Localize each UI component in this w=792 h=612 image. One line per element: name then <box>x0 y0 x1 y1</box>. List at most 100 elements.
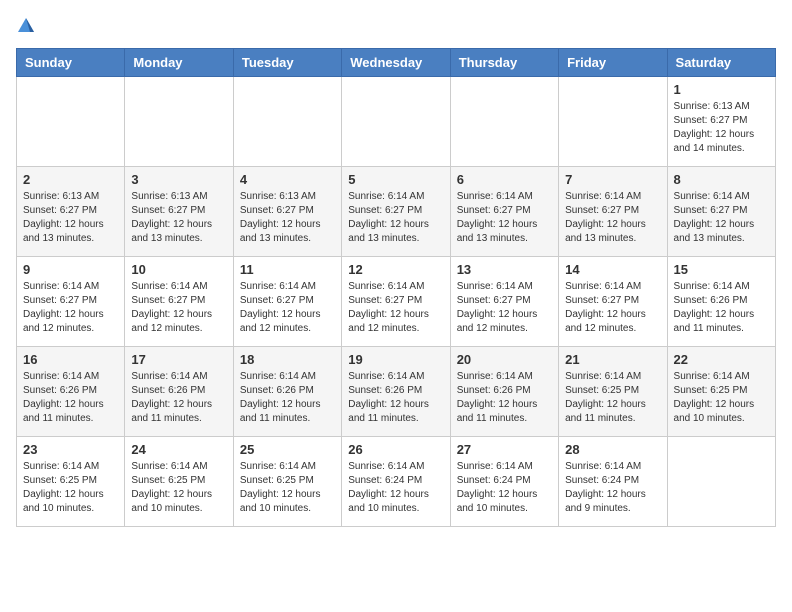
day-info: Sunrise: 6:14 AM Sunset: 6:27 PM Dayligh… <box>131 280 226 336</box>
day-info: Sunrise: 6:14 AM Sunset: 6:26 PM Dayligh… <box>348 370 443 426</box>
calendar-cell: 21 Sunrise: 6:14 AM Sunset: 6:25 PM Dayli… <box>559 347 667 437</box>
calendar-cell: 8 Sunrise: 6:14 AM Sunset: 6:27 PM Daylig… <box>667 167 775 257</box>
day-number: 24 <box>131 442 226 457</box>
day-info: Sunrise: 6:14 AM Sunset: 6:25 PM Dayligh… <box>131 460 226 516</box>
calendar-cell <box>125 77 233 167</box>
weekday-header-tuesday: Tuesday <box>233 49 341 77</box>
day-number: 14 <box>565 262 660 277</box>
calendar-cell: 5 Sunrise: 6:14 AM Sunset: 6:27 PM Daylig… <box>342 167 450 257</box>
day-number: 3 <box>131 172 226 187</box>
day-info: Sunrise: 6:13 AM Sunset: 6:27 PM Dayligh… <box>674 100 769 156</box>
day-info: Sunrise: 6:13 AM Sunset: 6:27 PM Dayligh… <box>23 190 118 246</box>
day-info: Sunrise: 6:14 AM Sunset: 6:27 PM Dayligh… <box>457 280 552 336</box>
calendar-cell: 15Sunrise: 6:14 AM Sunset: 6:26 PM Dayli… <box>667 257 775 347</box>
day-info: Sunrise: 6:14 AM Sunset: 6:27 PM Dayligh… <box>348 190 443 246</box>
day-number: 22 <box>674 352 769 367</box>
day-info: Sunrise: 6:14 AM Sunset: 6:25 PM Dayligh… <box>674 370 769 426</box>
calendar-cell: 25 Sunrise: 6:14 AM Sunset: 6:25 PM Dayli… <box>233 437 341 527</box>
calendar-cell <box>450 77 558 167</box>
day-info: Sunrise: 6:14 AM Sunset: 6:27 PM Dayligh… <box>565 280 660 336</box>
calendar-cell <box>342 77 450 167</box>
day-number: 19 <box>348 352 443 367</box>
calendar-cell: 22 Sunrise: 6:14 AM Sunset: 6:25 PM Dayli… <box>667 347 775 437</box>
day-number: 26 <box>348 442 443 457</box>
day-number: 20 <box>457 352 552 367</box>
calendar-cell: 18Sunrise: 6:14 AM Sunset: 6:26 PM Dayli… <box>233 347 341 437</box>
calendar-cell: 27Sunrise: 6:14 AM Sunset: 6:24 PM Dayli… <box>450 437 558 527</box>
day-number: 9 <box>23 262 118 277</box>
day-info: Sunrise: 6:14 AM Sunset: 6:24 PM Dayligh… <box>348 460 443 516</box>
day-info: Sunrise: 6:14 AM Sunset: 6:27 PM Dayligh… <box>565 190 660 246</box>
calendar-week-row: 9 Sunrise: 6:14 AM Sunset: 6:27 PM Daylig… <box>17 257 776 347</box>
calendar-cell: 26 Sunrise: 6:14 AM Sunset: 6:24 PM Dayli… <box>342 437 450 527</box>
calendar-cell: 12Sunrise: 6:14 AM Sunset: 6:27 PM Dayli… <box>342 257 450 347</box>
calendar-cell: 28Sunrise: 6:14 AM Sunset: 6:24 PM Dayli… <box>559 437 667 527</box>
day-info: Sunrise: 6:14 AM Sunset: 6:25 PM Dayligh… <box>565 370 660 426</box>
day-number: 5 <box>348 172 443 187</box>
calendar-week-row: 2 Sunrise: 6:13 AM Sunset: 6:27 PM Daylig… <box>17 167 776 257</box>
calendar-cell: 23 Sunrise: 6:14 AM Sunset: 6:25 PM Dayli… <box>17 437 125 527</box>
weekday-header-saturday: Saturday <box>667 49 775 77</box>
day-number: 21 <box>565 352 660 367</box>
calendar-cell: 7 Sunrise: 6:14 AM Sunset: 6:27 PM Daylig… <box>559 167 667 257</box>
calendar-week-row: 23 Sunrise: 6:14 AM Sunset: 6:25 PM Dayli… <box>17 437 776 527</box>
day-number: 23 <box>23 442 118 457</box>
day-info: Sunrise: 6:14 AM Sunset: 6:27 PM Dayligh… <box>240 280 335 336</box>
day-info: Sunrise: 6:14 AM Sunset: 6:27 PM Dayligh… <box>457 190 552 246</box>
weekday-header-row: SundayMondayTuesdayWednesdayThursdayFrid… <box>17 49 776 77</box>
calendar-cell: 13 Sunrise: 6:14 AM Sunset: 6:27 PM Dayli… <box>450 257 558 347</box>
day-info: Sunrise: 6:14 AM Sunset: 6:27 PM Dayligh… <box>674 190 769 246</box>
calendar-cell: 19 Sunrise: 6:14 AM Sunset: 6:26 PM Dayli… <box>342 347 450 437</box>
day-number: 16 <box>23 352 118 367</box>
calendar-cell: 9 Sunrise: 6:14 AM Sunset: 6:27 PM Daylig… <box>17 257 125 347</box>
day-info: Sunrise: 6:13 AM Sunset: 6:27 PM Dayligh… <box>131 190 226 246</box>
day-number: 15 <box>674 262 769 277</box>
calendar-cell: 24 Sunrise: 6:14 AM Sunset: 6:25 PM Dayli… <box>125 437 233 527</box>
day-number: 7 <box>565 172 660 187</box>
calendar-cell <box>559 77 667 167</box>
calendar-cell: 14 Sunrise: 6:14 AM Sunset: 6:27 PM Dayli… <box>559 257 667 347</box>
day-number: 10 <box>131 262 226 277</box>
calendar-cell: 20 Sunrise: 6:14 AM Sunset: 6:26 PM Dayli… <box>450 347 558 437</box>
day-info: Sunrise: 6:14 AM Sunset: 6:25 PM Dayligh… <box>23 460 118 516</box>
logo-icon <box>16 16 36 36</box>
calendar-table: SundayMondayTuesdayWednesdayThursdayFrid… <box>16 48 776 527</box>
day-number: 2 <box>23 172 118 187</box>
day-info: Sunrise: 6:14 AM Sunset: 6:25 PM Dayligh… <box>240 460 335 516</box>
calendar-cell <box>667 437 775 527</box>
day-number: 1 <box>674 82 769 97</box>
calendar-cell: 11 Sunrise: 6:14 AM Sunset: 6:27 PM Dayli… <box>233 257 341 347</box>
calendar-cell <box>17 77 125 167</box>
day-info: Sunrise: 6:14 AM Sunset: 6:26 PM Dayligh… <box>23 370 118 426</box>
day-number: 17 <box>131 352 226 367</box>
weekday-header-thursday: Thursday <box>450 49 558 77</box>
day-info: Sunrise: 6:14 AM Sunset: 6:26 PM Dayligh… <box>457 370 552 426</box>
weekday-header-sunday: Sunday <box>17 49 125 77</box>
calendar-cell: 16 Sunrise: 6:14 AM Sunset: 6:26 PM Dayli… <box>17 347 125 437</box>
day-number: 11 <box>240 262 335 277</box>
day-info: Sunrise: 6:14 AM Sunset: 6:24 PM Dayligh… <box>457 460 552 516</box>
calendar-cell: 2 Sunrise: 6:13 AM Sunset: 6:27 PM Daylig… <box>17 167 125 257</box>
day-number: 4 <box>240 172 335 187</box>
day-info: Sunrise: 6:14 AM Sunset: 6:27 PM Dayligh… <box>348 280 443 336</box>
day-info: Sunrise: 6:14 AM Sunset: 6:27 PM Dayligh… <box>23 280 118 336</box>
day-number: 13 <box>457 262 552 277</box>
day-number: 6 <box>457 172 552 187</box>
weekday-header-wednesday: Wednesday <box>342 49 450 77</box>
calendar-cell: 1 Sunrise: 6:13 AM Sunset: 6:27 PM Daylig… <box>667 77 775 167</box>
calendar-cell: 10 Sunrise: 6:14 AM Sunset: 6:27 PM Dayli… <box>125 257 233 347</box>
day-info: Sunrise: 6:13 AM Sunset: 6:27 PM Dayligh… <box>240 190 335 246</box>
page-header <box>16 16 776 36</box>
weekday-header-friday: Friday <box>559 49 667 77</box>
weekday-header-monday: Monday <box>125 49 233 77</box>
calendar-week-row: 16 Sunrise: 6:14 AM Sunset: 6:26 PM Dayli… <box>17 347 776 437</box>
calendar-cell: 6 Sunrise: 6:14 AM Sunset: 6:27 PM Daylig… <box>450 167 558 257</box>
calendar-cell <box>233 77 341 167</box>
day-number: 28 <box>565 442 660 457</box>
day-number: 18 <box>240 352 335 367</box>
day-number: 8 <box>674 172 769 187</box>
day-info: Sunrise: 6:14 AM Sunset: 6:26 PM Dayligh… <box>131 370 226 426</box>
day-number: 25 <box>240 442 335 457</box>
calendar-cell: 4 Sunrise: 6:13 AM Sunset: 6:27 PM Daylig… <box>233 167 341 257</box>
logo <box>16 16 40 36</box>
